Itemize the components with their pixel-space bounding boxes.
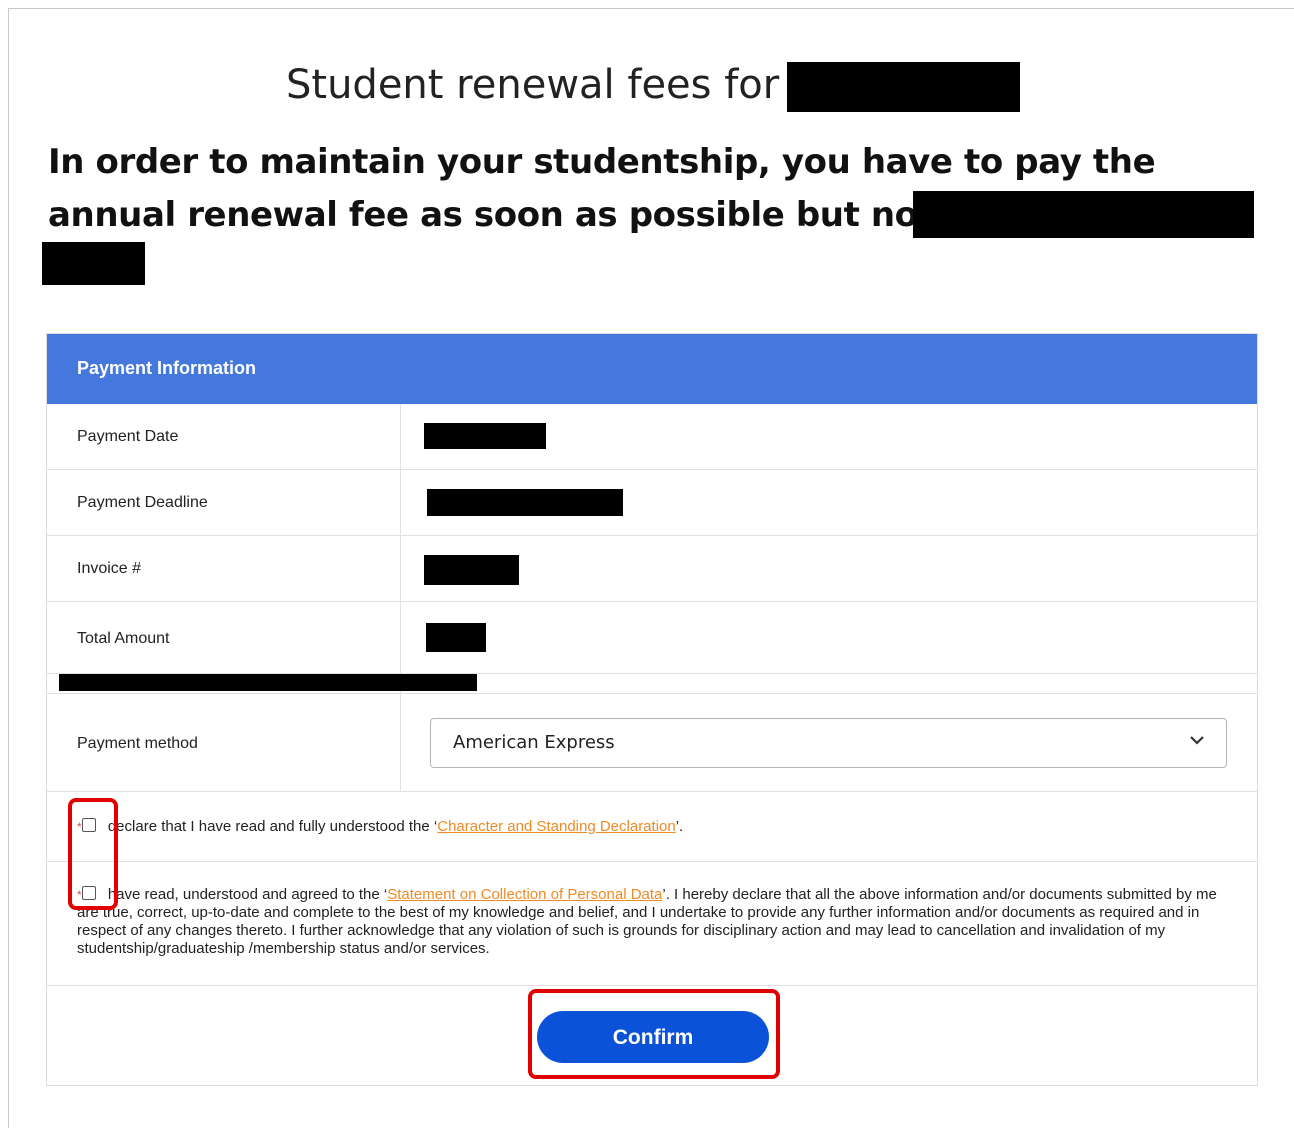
panel-header-title: Payment Information <box>77 358 257 378</box>
row-divider <box>400 602 401 673</box>
character-declaration-link[interactable]: Character and Standing Declaration <box>437 818 675 835</box>
declaration-2: * have read, understood and agreed to th… <box>77 886 1227 958</box>
declaration-2-prefix: have read, understood and agreed to the … <box>107 886 388 903</box>
row-payment-deadline: Payment Deadline <box>47 470 1257 536</box>
redacted-invoice <box>424 555 519 585</box>
row-declaration-1: * declare that I have read and fully und… <box>47 792 1257 862</box>
payment-method-select[interactable]: American Express <box>430 718 1227 768</box>
checkbox-highlight-box <box>68 798 118 910</box>
redacted-payment-date <box>424 423 546 449</box>
row-redacted-extra <box>47 674 1257 694</box>
redacted-name <box>787 62 1020 112</box>
chevron-down-icon <box>1190 736 1204 745</box>
panel-header: Payment Information <box>47 334 1257 404</box>
row-total-amount: Total Amount <box>47 602 1257 674</box>
redacted-total-amount <box>426 623 486 652</box>
invoice-label: Invoice # <box>77 560 142 577</box>
redacted-payment-deadline <box>427 489 623 516</box>
row-declaration-2: * have read, understood and agreed to th… <box>47 862 1257 986</box>
row-divider <box>400 404 401 469</box>
row-payment-method: Payment method American Express <box>47 694 1257 792</box>
declaration-1: * declare that I have read and fully und… <box>77 818 683 836</box>
row-divider <box>400 470 401 535</box>
row-divider <box>400 536 401 601</box>
page-title-text: Student renewal fees for <box>286 62 780 108</box>
row-divider <box>400 694 401 791</box>
payment-deadline-label: Payment Deadline <box>77 494 208 511</box>
declaration-1-suffix: ’. <box>675 818 684 835</box>
payment-method-label: Payment method <box>77 735 198 752</box>
confirm-highlight-box <box>528 989 780 1079</box>
declaration-1-prefix: declare that I have read and fully under… <box>107 818 438 835</box>
redacted-deadline <box>913 191 1254 238</box>
redacted-extra-line <box>59 674 477 691</box>
personal-data-statement-link[interactable]: Statement on Collection of Personal Data <box>387 886 662 903</box>
redacted-deadline-cont <box>42 242 145 285</box>
payment-method-value: American Express <box>453 732 615 753</box>
payment-panel: Payment Information Payment Date Payment… <box>46 333 1258 1086</box>
total-amount-label: Total Amount <box>77 630 170 647</box>
row-payment-date: Payment Date <box>47 404 1257 470</box>
row-invoice: Invoice # <box>47 536 1257 602</box>
payment-date-label: Payment Date <box>77 428 179 445</box>
